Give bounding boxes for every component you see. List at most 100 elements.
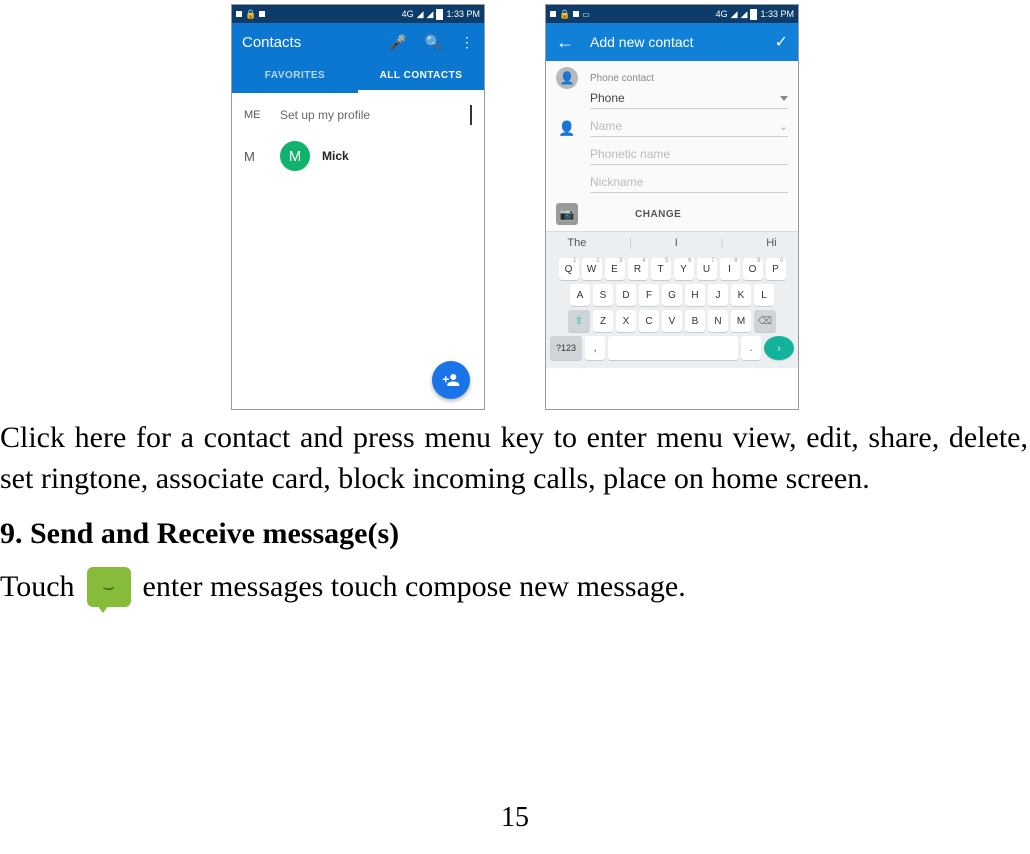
key-Y[interactable]: 6Y	[674, 258, 694, 280]
key-G[interactable]: G	[662, 284, 682, 306]
nickname-input[interactable]: Nickname	[590, 175, 788, 193]
key-A[interactable]: A	[570, 284, 590, 306]
key-W[interactable]: 2W	[582, 258, 602, 280]
phonetic-input[interactable]: Phonetic name	[590, 147, 788, 165]
key-V[interactable]: V	[662, 310, 682, 332]
key-K[interactable]: K	[731, 284, 751, 306]
network-label: 4G	[716, 9, 728, 19]
contact-avatar: M	[280, 141, 310, 171]
lock-icon: 🔒	[559, 9, 570, 20]
notif-icon	[573, 11, 579, 17]
me-profile-text: Set up my profile	[280, 108, 370, 122]
suggestion[interactable]: I	[675, 237, 678, 249]
chevron-down-icon: ⌄	[779, 120, 788, 133]
me-row[interactable]: ME Set up my profile	[232, 93, 484, 137]
key-S[interactable]: S	[593, 284, 613, 306]
status-bar: 🔒 4G ◢ ◢ 1:33 PM	[232, 5, 484, 23]
section-letter: M	[244, 149, 280, 164]
status-bar: 🔒 ▭ 4G ◢ ◢ 1:33 PM	[546, 5, 798, 23]
page-number: 15	[0, 802, 1030, 834]
symbols-key[interactable]: ?123	[550, 336, 582, 360]
suggestion[interactable]: The	[567, 237, 586, 249]
key-M[interactable]: M	[731, 310, 751, 332]
space-key[interactable]	[608, 336, 738, 360]
key-T[interactable]: 5T	[651, 258, 671, 280]
tab-all-contacts[interactable]: ALL CONTACTS	[358, 61, 484, 93]
account-value: Phone	[590, 91, 625, 105]
signal-icon: ◢	[427, 9, 434, 20]
camera-icon[interactable]: 📷	[556, 203, 578, 225]
key-C[interactable]: C	[639, 310, 659, 332]
key-F[interactable]: F	[639, 284, 659, 306]
app-title: Contacts	[242, 34, 301, 51]
key-J[interactable]: J	[708, 284, 728, 306]
key-R[interactable]: 4R	[628, 258, 648, 280]
scroll-indicator	[470, 105, 472, 125]
signal-icon: ◢	[741, 9, 748, 20]
nickname-placeholder: Nickname	[590, 175, 643, 189]
app-bar: Contacts 🎤 🔍 ⋮ FAVORITES ALL CONTACTS	[232, 23, 484, 93]
confirm-icon[interactable]: ✓	[775, 32, 788, 52]
me-label: ME	[244, 109, 280, 121]
account-dropdown[interactable]: Phone	[590, 91, 788, 109]
mic-icon[interactable]: 🎤	[389, 34, 406, 51]
period-key[interactable]: .	[741, 336, 761, 360]
paragraph: Click here for a contact and press menu …	[0, 416, 1030, 499]
key-X[interactable]: X	[616, 310, 636, 332]
key-P[interactable]: 0P	[766, 258, 786, 280]
key-B[interactable]: B	[685, 310, 705, 332]
key-Z[interactable]: Z	[593, 310, 613, 332]
change-button[interactable]: CHANGE	[635, 209, 681, 220]
keyboard: 1Q2W3E4R5T6Y7U8I9O0P ASDFGHJKL ⇧ ZXCVBNM…	[546, 254, 798, 368]
notif-icon	[236, 11, 242, 17]
paragraph: Touch ⌣ enter messages touch compose new…	[0, 567, 1030, 607]
key-D[interactable]: D	[616, 284, 636, 306]
key-E[interactable]: 3E	[605, 258, 625, 280]
key-O[interactable]: 9O	[743, 258, 763, 280]
keyboard-suggestions: The | I | Hi	[546, 231, 798, 254]
key-Q[interactable]: 1Q	[559, 258, 579, 280]
battery-icon	[750, 9, 757, 20]
backspace-key[interactable]: ⌫	[754, 310, 776, 332]
name-input[interactable]: Name ⌄	[590, 119, 788, 137]
comma-key[interactable]: ,	[585, 336, 605, 360]
contact-name: Mick	[322, 149, 349, 163]
lock-icon: 🔒	[245, 9, 256, 20]
key-H[interactable]: H	[685, 284, 705, 306]
notif-icon	[259, 11, 265, 17]
key-N[interactable]: N	[708, 310, 728, 332]
clock: 1:33 PM	[760, 9, 794, 19]
signal-icon: ◢	[731, 9, 738, 20]
key-U[interactable]: 7U	[697, 258, 717, 280]
paragraph-rest: enter messages touch compose new message…	[143, 570, 686, 604]
sd-icon: ▭	[582, 10, 590, 19]
enter-key[interactable]: ›	[764, 336, 794, 360]
tab-favorites[interactable]: FAVORITES	[232, 61, 358, 93]
account-icon: 👤	[556, 67, 578, 89]
network-label: 4G	[402, 9, 414, 19]
messages-app-icon: ⌣	[87, 567, 131, 607]
back-icon[interactable]: ←	[556, 32, 574, 53]
person-icon: 👤	[556, 120, 578, 137]
add-person-icon	[442, 371, 460, 389]
phonetic-placeholder: Phonetic name	[590, 147, 670, 161]
key-I[interactable]: 8I	[720, 258, 740, 280]
chevron-down-icon	[780, 96, 788, 101]
notif-icon	[550, 11, 556, 17]
contact-row[interactable]: M M Mick	[232, 137, 484, 175]
overflow-icon[interactable]: ⋮	[460, 34, 474, 51]
key-L[interactable]: L	[754, 284, 774, 306]
signal-icon: ◢	[417, 9, 424, 20]
account-type-label: Phone contact	[590, 73, 654, 84]
name-placeholder: Name	[590, 119, 622, 133]
clock: 1:33 PM	[446, 9, 480, 19]
suggestion[interactable]: Hi	[766, 237, 776, 249]
shift-key[interactable]: ⇧	[568, 310, 590, 332]
screenshot-contacts: 🔒 4G ◢ ◢ 1:33 PM Contacts 🎤 🔍	[231, 4, 485, 410]
section-heading: 9. Send and Receive message(s)	[0, 517, 1030, 551]
search-icon[interactable]: 🔍	[425, 34, 442, 51]
app-bar: ← Add new contact ✓	[546, 23, 798, 61]
screen-title: Add new contact	[590, 34, 759, 50]
touch-label: Touch	[0, 570, 75, 604]
add-contact-fab[interactable]	[432, 361, 470, 399]
